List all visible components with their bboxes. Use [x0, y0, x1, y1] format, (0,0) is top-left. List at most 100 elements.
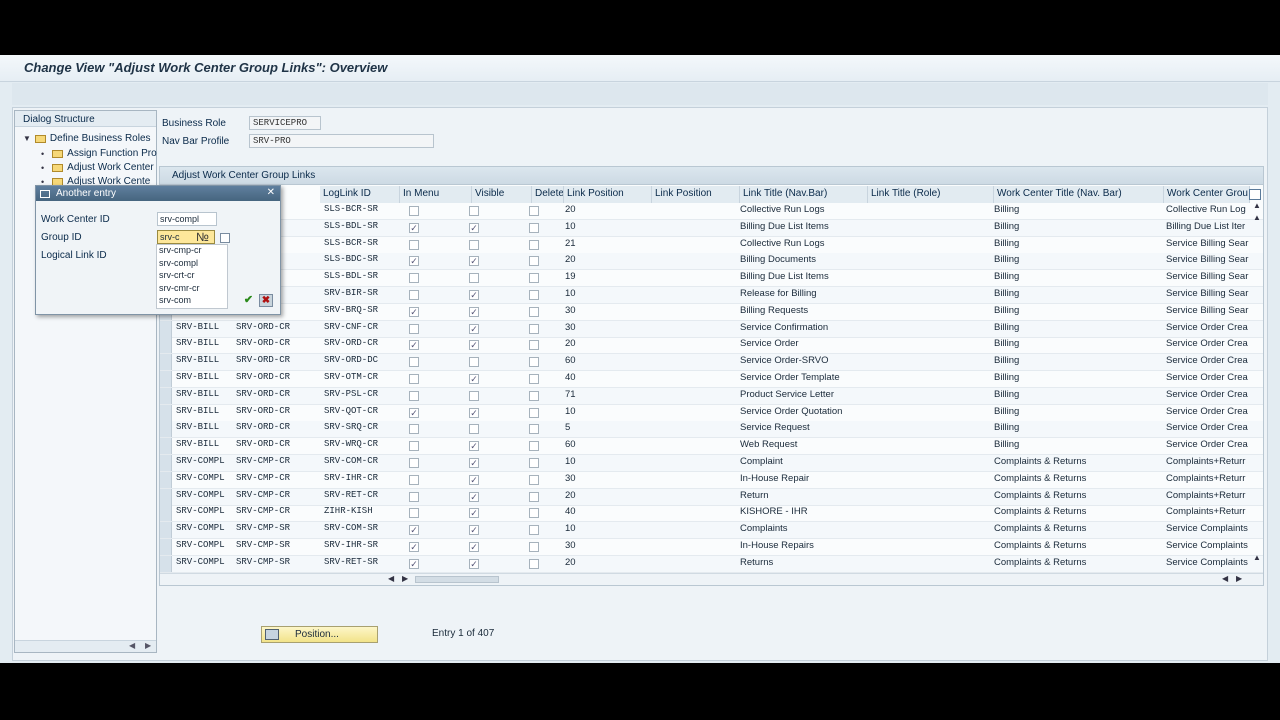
visible-checkbox[interactable]: ✓ — [469, 508, 479, 519]
suggestion-item[interactable]: srv-cmr-cr — [157, 283, 227, 296]
deleted-checkbox[interactable] — [529, 239, 539, 250]
table-row[interactable]: SRSLS-BDC-SR20Billing DocumentsBillingSe… — [160, 253, 1263, 271]
visible-checkbox[interactable]: ✓ — [469, 407, 479, 418]
column-header[interactable]: Deleted — [532, 186, 564, 203]
menu-checkbox[interactable] — [409, 474, 419, 485]
visible-checkbox[interactable]: ✓ — [469, 222, 479, 233]
column-header[interactable]: Link Title (Role) — [868, 186, 994, 203]
deleted-checkbox[interactable] — [529, 508, 539, 519]
ds-item-define-business-roles[interactable]: ▼ Define Business Roles — [23, 133, 151, 144]
table-settings-icon[interactable] — [1249, 189, 1261, 200]
menu-checkbox[interactable]: ✓ — [409, 306, 419, 317]
deleted-checkbox[interactable] — [529, 407, 539, 418]
table-row[interactable]: SRV-COMPL SRV-CMP-CR ZIHR-KISH 40 KISHORE - … — [160, 505, 1263, 523]
table-row[interactable]: SRV-BILL SRV-ORD-CR SRV-OTM-CR 40 Service Or… — [160, 371, 1263, 388]
deleted-checkbox[interactable] — [529, 222, 539, 233]
nav-bar-profile-field[interactable]: SRV-PRO — [249, 134, 434, 148]
scroll-right-icon[interactable]: ▶ — [402, 574, 408, 583]
table-row[interactable]: SRSRV-BRQ-SR30Billing RequestsBillingSer… — [160, 303, 1263, 321]
visible-checkbox[interactable]: ✓ — [469, 256, 479, 267]
row-selector[interactable] — [160, 522, 172, 539]
menu-checkbox[interactable]: ✓ — [409, 222, 419, 233]
row-selector[interactable] — [160, 387, 172, 404]
ds-horizontal-scrollbar[interactable]: ◀ ▶ — [15, 640, 156, 652]
row-selector[interactable] — [160, 404, 172, 421]
row-selector[interactable] — [160, 555, 172, 572]
expand-triangle-icon[interactable]: ▼ — [23, 134, 31, 143]
ds-item-adjust-work-center[interactable]: • Adjust Work Center — [41, 162, 154, 173]
suggestion-item[interactable]: srv-com — [157, 295, 227, 308]
ds-item-assign-function-profiles[interactable]: • Assign Function Pro — [41, 148, 157, 159]
deleted-checkbox[interactable] — [529, 323, 539, 334]
table-row[interactable]: SRV-BILL SRV-ORD-CR SRV-CNF-CR 30 Service Co… — [160, 320, 1263, 338]
deleted-checkbox[interactable] — [529, 542, 539, 552]
row-selector[interactable] — [160, 505, 172, 522]
visible-checkbox[interactable]: ✓ — [469, 558, 479, 569]
confirm-button[interactable]: ✔ — [242, 295, 255, 307]
visible-checkbox[interactable]: ✓ — [469, 441, 479, 452]
visible-checkbox[interactable] — [469, 273, 479, 284]
table-row[interactable]: SRV-COMPL SRV-CMP-SR SRV-RET-SR 20 Returns Co… — [160, 555, 1263, 573]
deleted-checkbox[interactable] — [529, 558, 539, 569]
deleted-checkbox[interactable] — [529, 424, 539, 435]
row-selector[interactable] — [160, 471, 172, 488]
column-header[interactable]: Link Title (Nav.Bar) — [740, 186, 868, 203]
scroll-left-icon[interactable]: ◀ — [388, 574, 394, 583]
column-header[interactable]: Link Position — [652, 186, 740, 203]
menu-checkbox[interactable] — [409, 273, 419, 284]
visible-checkbox[interactable]: ✓ — [469, 290, 479, 300]
menu-checkbox[interactable]: ✓ — [409, 542, 419, 552]
table-vertical-scrollbar[interactable]: ▲ ▲ ▲ — [1251, 201, 1263, 573]
menu-checkbox[interactable]: ✓ — [409, 558, 419, 569]
table-row[interactable]: SRSLS-BCR-SR21Collective Run LogsBilling… — [160, 236, 1263, 254]
scroll-thumb[interactable] — [415, 576, 499, 583]
table-row[interactable]: SRV-COMPL SRV-CMP-SR SRV-IHR-SR 30 In-House … — [160, 539, 1263, 556]
row-selector[interactable] — [160, 320, 172, 337]
table-row[interactable]: SRSLS-BDL-SR19Billing Due List ItemsBill… — [160, 270, 1263, 288]
column-header[interactable]: Visible — [472, 186, 532, 203]
menu-checkbox[interactable] — [409, 508, 419, 519]
table-row[interactable]: SRV-COMPL SRV-CMP-CR SRV-COM-CR 10 Complaint… — [160, 455, 1263, 472]
visible-checkbox[interactable]: ✓ — [469, 491, 479, 502]
work-center-id-input[interactable]: srv-compl — [157, 212, 217, 226]
deleted-checkbox[interactable] — [529, 357, 539, 368]
row-selector[interactable] — [160, 438, 172, 455]
table-row[interactable]: SRV-BILL SRV-ORD-CR SRV-WRQ-CR 60 Web Reques… — [160, 438, 1263, 456]
visible-checkbox[interactable] — [469, 390, 479, 401]
menu-checkbox[interactable] — [409, 374, 419, 384]
table-row[interactable]: SRV-BILL SRV-ORD-CR SRV-ORD-CR 20 Service Or… — [160, 337, 1263, 355]
deleted-checkbox[interactable] — [529, 206, 539, 216]
deleted-checkbox[interactable] — [529, 390, 539, 401]
row-selector[interactable] — [160, 488, 172, 505]
suggestion-item[interactable]: srv-cmp-cr — [157, 245, 227, 258]
table-row[interactable]: SRV-BILL SRV-ORD-CR SRV-ORD-DC 60 Service Or… — [160, 354, 1263, 372]
suggestion-item[interactable]: srv-compl — [157, 258, 227, 271]
cancel-button[interactable]: ✖ — [259, 294, 273, 307]
deleted-checkbox[interactable] — [529, 491, 539, 502]
scroll-up-icon[interactable]: ▲ — [1253, 201, 1261, 210]
visible-checkbox[interactable]: ✓ — [469, 340, 479, 351]
visible-checkbox[interactable]: ✓ — [469, 474, 479, 485]
column-header[interactable]: Link Position — [564, 186, 652, 203]
row-selector[interactable] — [160, 354, 172, 371]
scroll-down-icon[interactable]: ▲ — [1253, 553, 1261, 562]
scroll-right-icon[interactable]: ▶ — [1236, 574, 1242, 583]
scroll-left-icon[interactable]: ◀ — [129, 641, 135, 650]
menu-checkbox[interactable] — [409, 390, 419, 401]
row-selector[interactable] — [160, 337, 172, 354]
scroll-left-icon[interactable]: ◀ — [1222, 574, 1228, 583]
suggestion-item[interactable]: srv-crt-cr — [157, 270, 227, 283]
table-row[interactable]: SRV-BILL SRV-ORD-CR SRV-QOT-CR 10 Service Or… — [160, 404, 1263, 422]
column-header[interactable]: Work Center Title (Nav. Bar) — [994, 186, 1164, 203]
deleted-checkbox[interactable] — [529, 525, 539, 536]
table-row[interactable]: SRV-BILL SRV-ORD-CR SRV-PSL-CR 71 Product Se… — [160, 387, 1263, 405]
menu-checkbox[interactable] — [409, 323, 419, 334]
menu-checkbox[interactable] — [409, 239, 419, 250]
position-button[interactable]: Position... — [261, 626, 378, 643]
deleted-checkbox[interactable] — [529, 441, 539, 452]
close-icon[interactable]: ✕ — [267, 187, 275, 198]
table-row[interactable]: SRV-BILL SRV-ORD-CR SRV-SRQ-CR 5 Service Req… — [160, 421, 1263, 439]
menu-checkbox[interactable] — [409, 491, 419, 502]
row-selector[interactable] — [160, 539, 172, 555]
deleted-checkbox[interactable] — [529, 474, 539, 485]
